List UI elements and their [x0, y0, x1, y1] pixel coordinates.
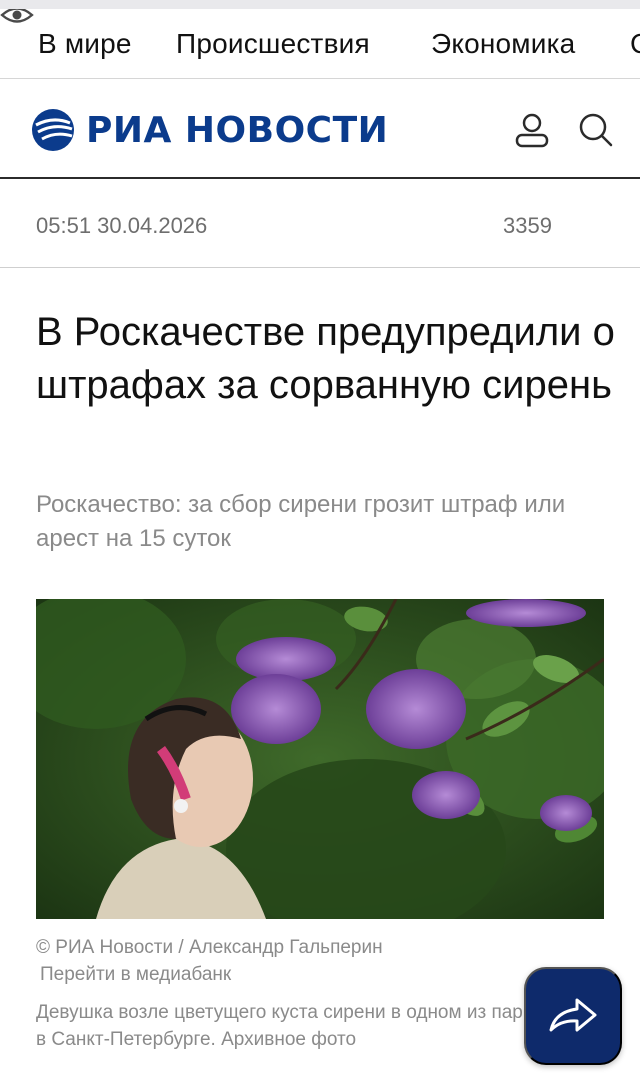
ria-globe-icon	[32, 109, 74, 151]
article-subtitle: Роскачество: за сбор сирени грозит штраф…	[36, 491, 566, 552]
share-button[interactable]	[524, 967, 622, 1065]
search-icon[interactable]	[576, 110, 616, 150]
photo-credit: © РИА Новости / Александр Гальперин	[36, 937, 383, 958]
nav-item-world[interactable]: В мире	[38, 28, 132, 60]
section-nav: В мире Происшествия Экономика С	[0, 9, 640, 79]
article-title: В Роскачестве предупредили о штрафах за …	[36, 310, 615, 407]
logo-text: РИА НОВОСТИ	[86, 109, 389, 151]
nav-item-economy[interactable]: Экономика	[431, 28, 575, 60]
photo-caption: Девушка возле цветущего куста сирени в о…	[36, 1002, 553, 1050]
views-count: 3359	[503, 213, 552, 238]
publish-datetime: 05:51 30.04.2026	[36, 213, 208, 238]
brand-header: РИА НОВОСТИ	[0, 80, 640, 179]
user-icon[interactable]	[512, 110, 552, 150]
share-arrow-icon	[547, 995, 599, 1038]
status-strip	[0, 0, 640, 9]
nav-item-incidents[interactable]: Происшествия	[176, 28, 370, 60]
nav-item-next[interactable]: С	[630, 28, 640, 60]
ria-logo[interactable]: РИА НОВОСТИ	[30, 107, 388, 153]
mediabank-link[interactable]: Перейти в медиабанк	[40, 964, 231, 986]
article-photo[interactable]	[36, 599, 604, 919]
article-meta: 05:51 30.04.2026 3359	[0, 181, 640, 268]
